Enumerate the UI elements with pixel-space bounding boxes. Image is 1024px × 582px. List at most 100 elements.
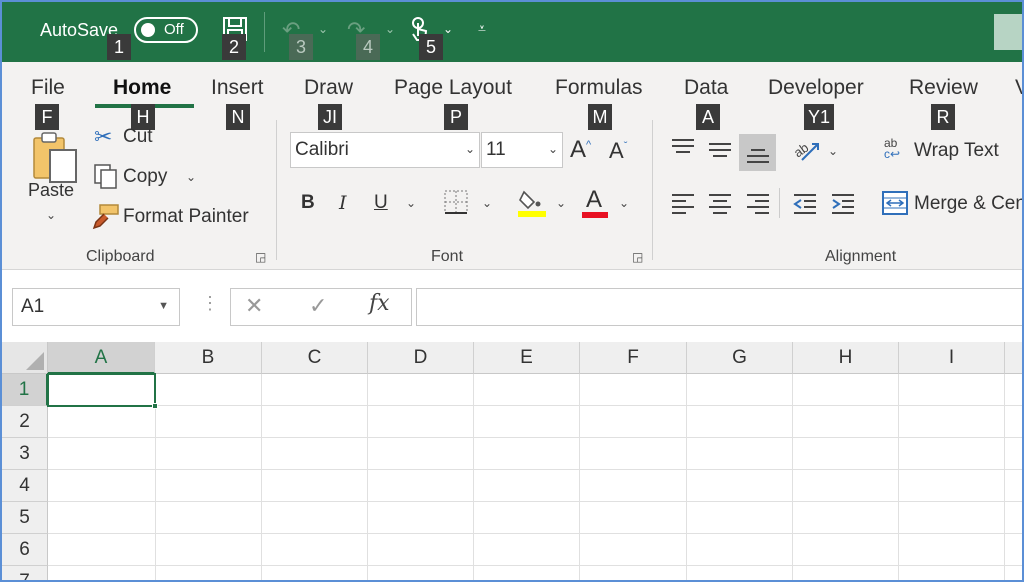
bold-button[interactable]: B bbox=[301, 192, 315, 214]
font-size-value: 11 bbox=[486, 139, 506, 160]
align-center-icon[interactable] bbox=[707, 192, 733, 221]
tab-formulas[interactable]: Formulas bbox=[555, 76, 643, 100]
italic-button[interactable]: I bbox=[339, 192, 347, 214]
column-header-h[interactable]: H bbox=[793, 342, 899, 374]
gridline bbox=[48, 501, 1022, 502]
autosave-toggle[interactable]: Off bbox=[134, 17, 198, 43]
tab-draw[interactable]: Draw bbox=[304, 76, 353, 100]
gridline bbox=[48, 405, 1022, 406]
select-all-button[interactable] bbox=[2, 342, 48, 374]
borders-dropdown-icon[interactable]: ⌄ bbox=[482, 196, 492, 210]
column-header-f[interactable]: F bbox=[580, 342, 687, 374]
format-painter-icon[interactable] bbox=[90, 202, 120, 235]
name-box[interactable]: A1 ▼ bbox=[12, 288, 180, 326]
align-right-icon[interactable] bbox=[745, 192, 771, 221]
clipboard-launcher-icon[interactable]: ◲ bbox=[255, 250, 266, 264]
row-header-7[interactable]: 7 bbox=[2, 566, 48, 580]
font-launcher-icon[interactable]: ◲ bbox=[632, 250, 643, 264]
paste-dropdown-icon[interactable]: ⌄ bbox=[46, 208, 56, 222]
keytip-2: 2 bbox=[222, 34, 246, 60]
column-header-j[interactable] bbox=[1005, 342, 1022, 374]
cut-icon[interactable]: ✂ bbox=[94, 124, 112, 150]
copy-dropdown-icon[interactable]: ⌄ bbox=[186, 170, 196, 184]
tab-developer[interactable]: Developer bbox=[768, 76, 864, 100]
cancel-icon[interactable]: ✕ bbox=[245, 293, 263, 319]
account-area[interactable] bbox=[994, 14, 1022, 50]
undo-dropdown-icon[interactable]: ⌄ bbox=[318, 22, 328, 36]
formula-input[interactable] bbox=[416, 288, 1022, 326]
active-cell-a1[interactable] bbox=[47, 373, 158, 409]
bottom-align-icon[interactable] bbox=[745, 144, 771, 171]
gridline bbox=[48, 437, 1022, 438]
increase-font-button[interactable]: A^ bbox=[570, 136, 591, 164]
ribbon: File Home Insert Draw Page Layout Formul… bbox=[2, 62, 1022, 270]
borders-icon[interactable] bbox=[442, 188, 470, 221]
svg-text:ab: ab bbox=[792, 140, 811, 161]
top-align-icon[interactable] bbox=[670, 138, 696, 165]
tab-view[interactable]: V bbox=[1015, 76, 1022, 100]
fill-color-dropdown-icon[interactable]: ⌄ bbox=[556, 196, 566, 210]
cut-button[interactable]: Cut bbox=[123, 126, 153, 148]
underline-dropdown-icon[interactable]: ⌄ bbox=[406, 196, 416, 210]
formula-bar: A1 ▼ ⋮ ✕ ✓ fx bbox=[2, 271, 1022, 341]
font-color-dropdown-icon[interactable]: ⌄ bbox=[619, 196, 629, 210]
tab-data[interactable]: Data bbox=[684, 76, 728, 100]
column-header-d[interactable]: D bbox=[368, 342, 474, 374]
align-left-icon[interactable] bbox=[670, 192, 696, 221]
group-separator bbox=[276, 120, 277, 260]
decrease-font-letter: A bbox=[609, 138, 624, 163]
decrease-font-button[interactable]: Aˇ bbox=[609, 138, 627, 164]
column-header-c[interactable]: C bbox=[262, 342, 368, 374]
merge-center-button[interactable]: Merge & Center bbox=[914, 193, 1022, 215]
column-header-e[interactable]: E bbox=[474, 342, 580, 374]
column-header-g[interactable]: G bbox=[687, 342, 793, 374]
row-header-1[interactable]: 1 bbox=[2, 374, 48, 406]
font-name-value: Calibri bbox=[295, 139, 349, 160]
chevron-down-icon: ⌄ bbox=[547, 142, 558, 156]
toggle-knob bbox=[141, 23, 155, 37]
tab-home[interactable]: Home bbox=[113, 76, 171, 100]
drag-handle-icon[interactable]: ⋮ bbox=[201, 293, 219, 314]
tab-review[interactable]: Review bbox=[909, 76, 978, 100]
increase-indent-icon[interactable] bbox=[830, 192, 856, 221]
insert-function-button[interactable]: fx bbox=[369, 291, 390, 316]
row-header-5[interactable]: 5 bbox=[2, 502, 48, 534]
chevron-down-icon: ▼ bbox=[158, 300, 169, 312]
tab-page-layout[interactable]: Page Layout bbox=[394, 76, 512, 100]
column-header-i[interactable]: I bbox=[899, 342, 1005, 374]
row-header-6[interactable]: 6 bbox=[2, 534, 48, 566]
row-header-3[interactable]: 3 bbox=[2, 438, 48, 470]
orientation-icon[interactable]: ab bbox=[791, 136, 822, 169]
underline-button[interactable]: U bbox=[374, 192, 388, 214]
tab-file[interactable]: File bbox=[31, 76, 65, 100]
copy-button[interactable]: Copy bbox=[123, 166, 167, 188]
font-color-button[interactable]: A bbox=[586, 186, 602, 214]
format-painter-button[interactable]: Format Painter bbox=[123, 206, 249, 228]
column-header-a[interactable]: A bbox=[48, 342, 155, 374]
copy-icon[interactable] bbox=[92, 162, 120, 195]
paste-button[interactable]: Paste bbox=[28, 180, 74, 201]
column-header-b[interactable]: B bbox=[155, 342, 262, 374]
enter-icon[interactable]: ✓ bbox=[309, 293, 327, 319]
keytip-draw: JI bbox=[318, 104, 342, 130]
decrease-indent-icon[interactable] bbox=[792, 192, 818, 221]
font-name-dropdown[interactable]: Calibri ⌄ bbox=[290, 132, 480, 168]
keytip-insert: N bbox=[226, 104, 250, 130]
titlebar-separator bbox=[264, 12, 265, 52]
touch-mode-dropdown-icon[interactable]: ⌄ bbox=[443, 22, 453, 36]
middle-align-icon[interactable] bbox=[707, 140, 733, 167]
tab-insert[interactable]: Insert bbox=[211, 76, 264, 100]
customize-qat-icon[interactable]: ⩡ bbox=[478, 20, 486, 37]
keytip-page-layout: P bbox=[444, 104, 468, 130]
clipboard-group-label: Clipboard bbox=[86, 248, 155, 265]
redo-dropdown-icon[interactable]: ⌄ bbox=[385, 22, 395, 36]
increase-font-letter: A bbox=[570, 136, 587, 163]
fill-color-icon[interactable] bbox=[516, 186, 548, 223]
font-size-dropdown[interactable]: 11 ⌄ bbox=[481, 132, 563, 168]
row-header-4[interactable]: 4 bbox=[2, 470, 48, 502]
wrap-text-button[interactable]: Wrap Text bbox=[914, 140, 999, 162]
row-header-2[interactable]: 2 bbox=[2, 406, 48, 438]
fill-handle[interactable] bbox=[152, 403, 158, 409]
name-box-value: A1 bbox=[21, 296, 45, 317]
orientation-dropdown-icon[interactable]: ⌄ bbox=[828, 144, 838, 158]
